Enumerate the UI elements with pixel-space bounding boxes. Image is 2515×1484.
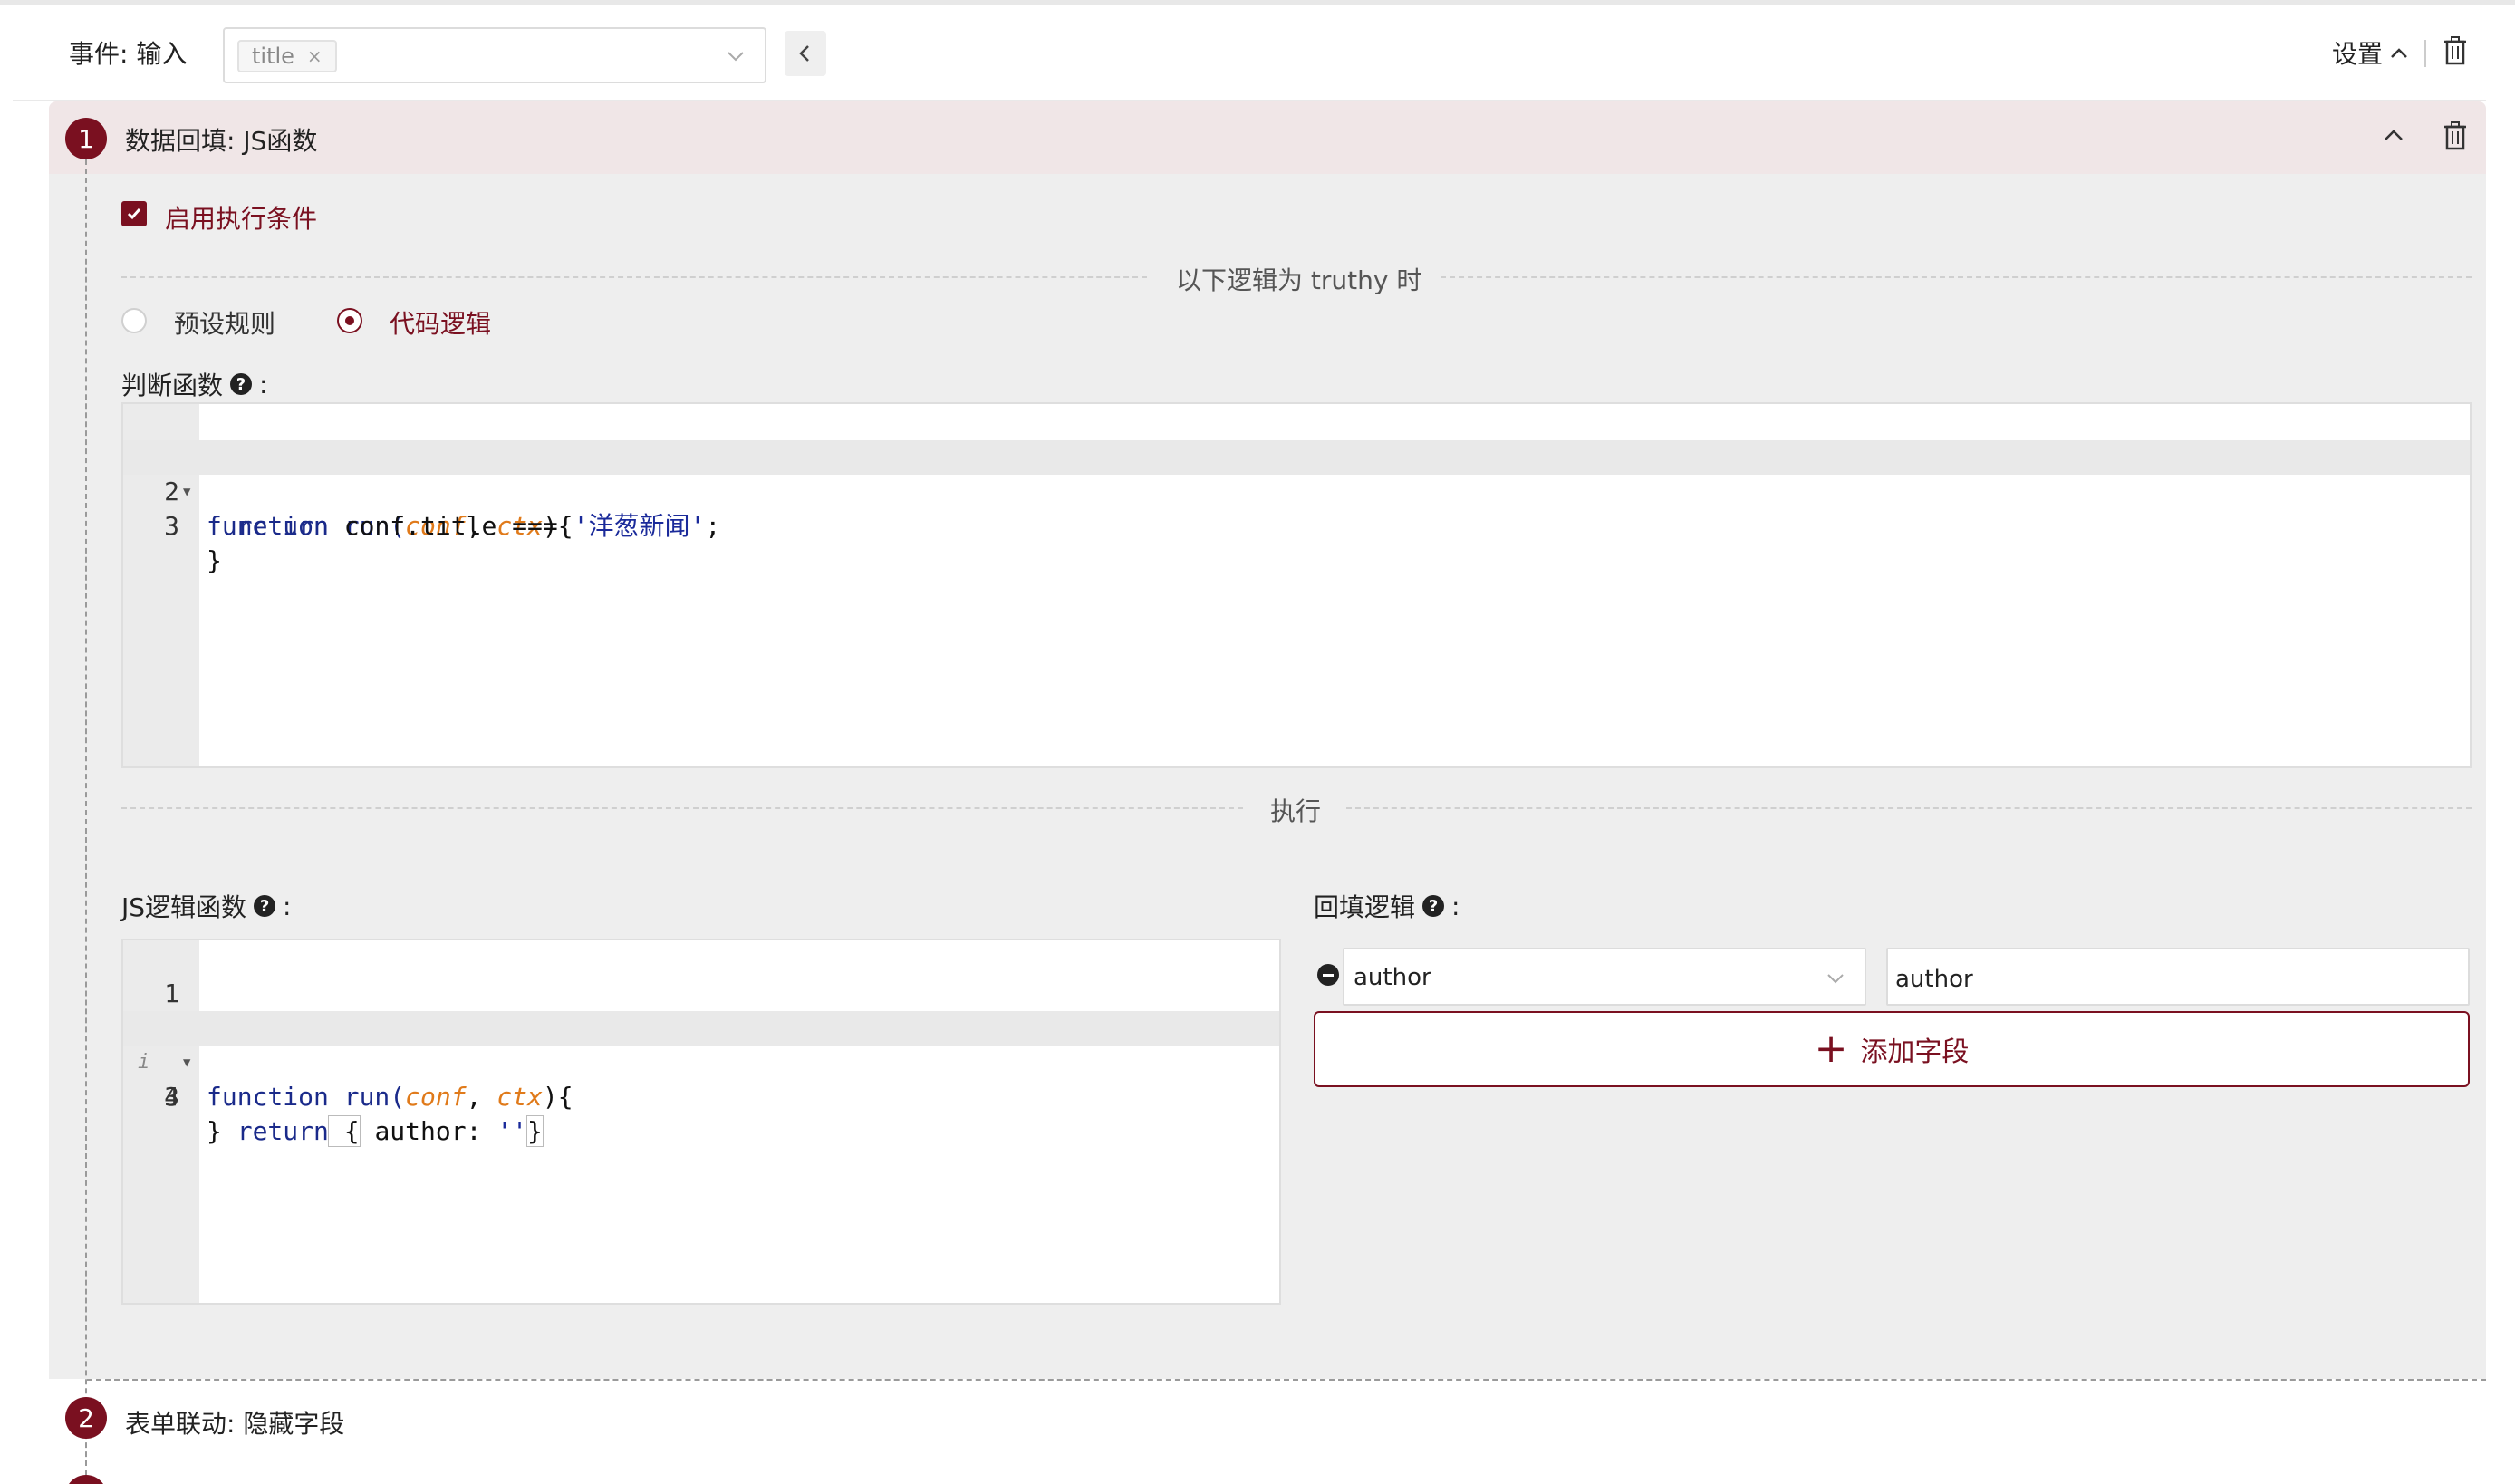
help-icon[interactable]: ? [1422, 895, 1445, 917]
enable-condition-label[interactable]: 启用执行条件 [165, 199, 317, 236]
line-number: 4 [164, 1082, 179, 1112]
code-line: 2 ▼ function run(conf, ctx){ [123, 977, 1279, 1112]
divider-line [121, 276, 1147, 278]
code-brace: } [526, 1115, 544, 1147]
enable-condition-checkbox[interactable] [121, 201, 147, 226]
radio-preset-rule[interactable] [121, 308, 147, 333]
backfill-label: 回填逻辑 ?: [1314, 888, 1460, 924]
code-keyword: return [236, 1116, 329, 1146]
exec-divider: 执行 [121, 790, 2472, 826]
code-text: } [207, 1116, 222, 1146]
condition-divider: 以下逻辑为 truthy 时 [121, 259, 2472, 295]
help-icon[interactable]: ? [230, 373, 253, 395]
header-separator [2424, 40, 2426, 67]
code-text: ; [705, 511, 721, 541]
js-code-editor[interactable]: 1 2 ▼ function run(conf, ctx){ i 3 retur… [121, 939, 1281, 1305]
divider-line [1346, 807, 2472, 809]
code-text: author: [359, 1116, 497, 1146]
backfill-value-input[interactable]: author [1886, 948, 2470, 1006]
code-line-active: 2 return conf.title === '洋葱新闻'; [123, 440, 2470, 541]
help-icon[interactable]: ? [254, 895, 276, 917]
exec-divider-text: 执行 [1270, 796, 1322, 826]
event-tag-label: title [252, 43, 294, 69]
checkmark-icon [127, 208, 141, 220]
step-title: 数据回填: JS函数 [125, 126, 318, 156]
radio-code-label[interactable]: 代码逻辑 [390, 304, 491, 341]
add-field-label: 添加字段 [1860, 1036, 1970, 1068]
backfill-text: 回填逻辑 [1314, 892, 1416, 922]
code-line-active: i 3 return { author: ''} [123, 1011, 1279, 1147]
delete-step-icon[interactable] [2443, 121, 2468, 150]
radio-preset-label[interactable]: 预设规则 [174, 304, 275, 341]
code-keyword: function [207, 1082, 329, 1112]
code-line: 3 } [123, 475, 2470, 575]
remove-field-icon[interactable] [1317, 964, 1339, 986]
settings-label: 设置 [2332, 39, 2384, 69]
top-divider [0, 0, 2515, 5]
code-sep: , [466, 1082, 497, 1112]
code-string: '' [496, 1116, 528, 1146]
collapse-step-icon[interactable] [2381, 123, 2406, 149]
chevron-down-icon [1827, 974, 1844, 984]
condition-divider-text: 以下逻辑为 truthy 时 [1176, 265, 1422, 295]
code-brace: { [327, 1115, 361, 1147]
code-line: 4 } [123, 1046, 1279, 1146]
add-field-button[interactable]: + 添加字段 [1314, 1011, 2470, 1087]
judge-function-label: 判断函数 ?: [121, 366, 267, 402]
judge-code-editor[interactable]: 1 ▼ function run(conf, ctx){ 2 return co… [121, 402, 2472, 768]
event-select[interactable]: title × [223, 27, 766, 83]
settings-toggle[interactable]: 设置 [2332, 34, 2410, 71]
code-line: 1 [123, 942, 1279, 1008]
event-label: 事件: 输入 [69, 39, 188, 69]
collapse-button[interactable] [785, 31, 826, 76]
tag-close-icon[interactable]: × [307, 45, 323, 67]
chevron-left-icon [799, 45, 809, 62]
code-text: } [207, 545, 222, 575]
judge-function-text: 判断函数 [121, 371, 224, 400]
code-string: '洋葱新闻' [573, 511, 706, 541]
plus-icon: + [1814, 1026, 1848, 1072]
code-text: conf.title === [328, 511, 573, 541]
code-text: ){ [542, 1082, 573, 1112]
code-param: conf [405, 1082, 467, 1112]
divider-line [1441, 276, 2472, 278]
timeline-line [85, 159, 87, 1484]
step-number-badge: 2 [65, 1397, 107, 1439]
trash-icon[interactable] [2443, 36, 2468, 65]
code-param: ctx [496, 1082, 543, 1112]
chevron-down-icon[interactable] [725, 45, 747, 67]
line-number: 3 [164, 511, 179, 541]
step-number-badge: 1 [65, 118, 107, 159]
js-function-label: JS逻辑函数 ?: [121, 888, 291, 924]
code-line: 1 ▼ function run(conf, ctx){ [123, 406, 2470, 541]
code-function: run( [328, 1082, 406, 1112]
chevron-up-icon [2391, 48, 2407, 58]
backfill-field-select[interactable]: author [1343, 948, 1866, 1006]
divider-line [121, 807, 1243, 809]
page: 事件: 输入 title × 设置 数据回填: JS函数 1 启用执行条件 以下… [0, 0, 2515, 1484]
js-function-text: JS逻辑函数 [121, 892, 247, 922]
step-title[interactable]: 表单联动: 隐藏字段 [125, 1404, 344, 1441]
step-header[interactable]: 数据回填: JS函数 [49, 101, 2486, 174]
step-bottom-border [87, 1379, 2486, 1381]
radio-code-logic[interactable] [337, 308, 362, 333]
event-tag[interactable]: title × [237, 40, 337, 72]
backfill-field-value: author [1354, 964, 1431, 991]
step-number-badge-partial [65, 1475, 107, 1484]
code-keyword: return [236, 511, 329, 541]
